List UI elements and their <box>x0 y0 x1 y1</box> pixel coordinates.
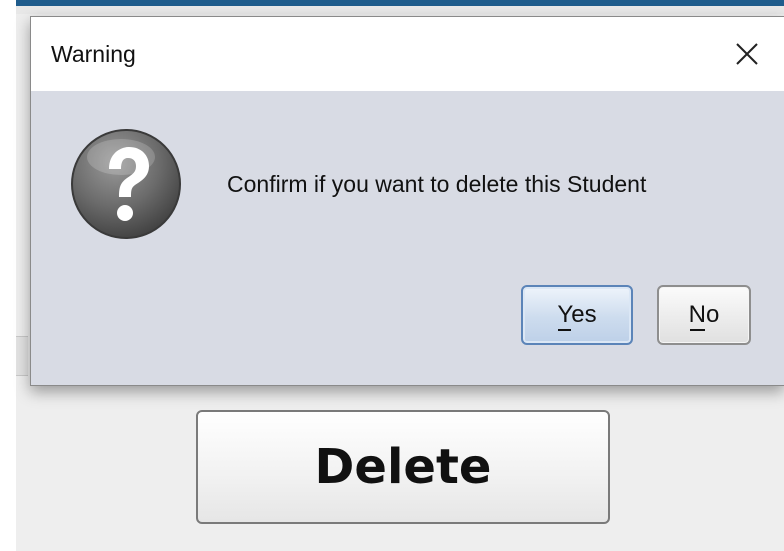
window-left-edge <box>0 0 16 551</box>
yes-button[interactable]: Yes <box>521 285 633 345</box>
yes-button-label: Yes <box>557 301 597 331</box>
close-button[interactable] <box>717 31 777 77</box>
window-top-strip <box>16 0 784 14</box>
no-label-text: No <box>688 301 720 328</box>
background-divider <box>16 336 28 376</box>
dialog-message: Confirm if you want to delete this Stude… <box>227 171 647 197</box>
dialog-title: Warning <box>51 41 136 67</box>
dialog-titlebar[interactable]: Warning <box>31 17 784 91</box>
delete-button[interactable]: Delete <box>196 410 610 524</box>
warning-dialog: Warning Confirm if you want to delete th… <box>30 16 784 386</box>
mnemonic-underline <box>689 329 705 331</box>
delete-button-label: Delete <box>314 439 492 495</box>
yes-label-text: Yes <box>557 301 597 328</box>
no-button-label: No <box>688 301 720 331</box>
mnemonic-underline <box>558 329 572 331</box>
close-icon <box>736 43 758 65</box>
question-icon <box>71 129 181 239</box>
no-button[interactable]: No <box>657 285 751 345</box>
